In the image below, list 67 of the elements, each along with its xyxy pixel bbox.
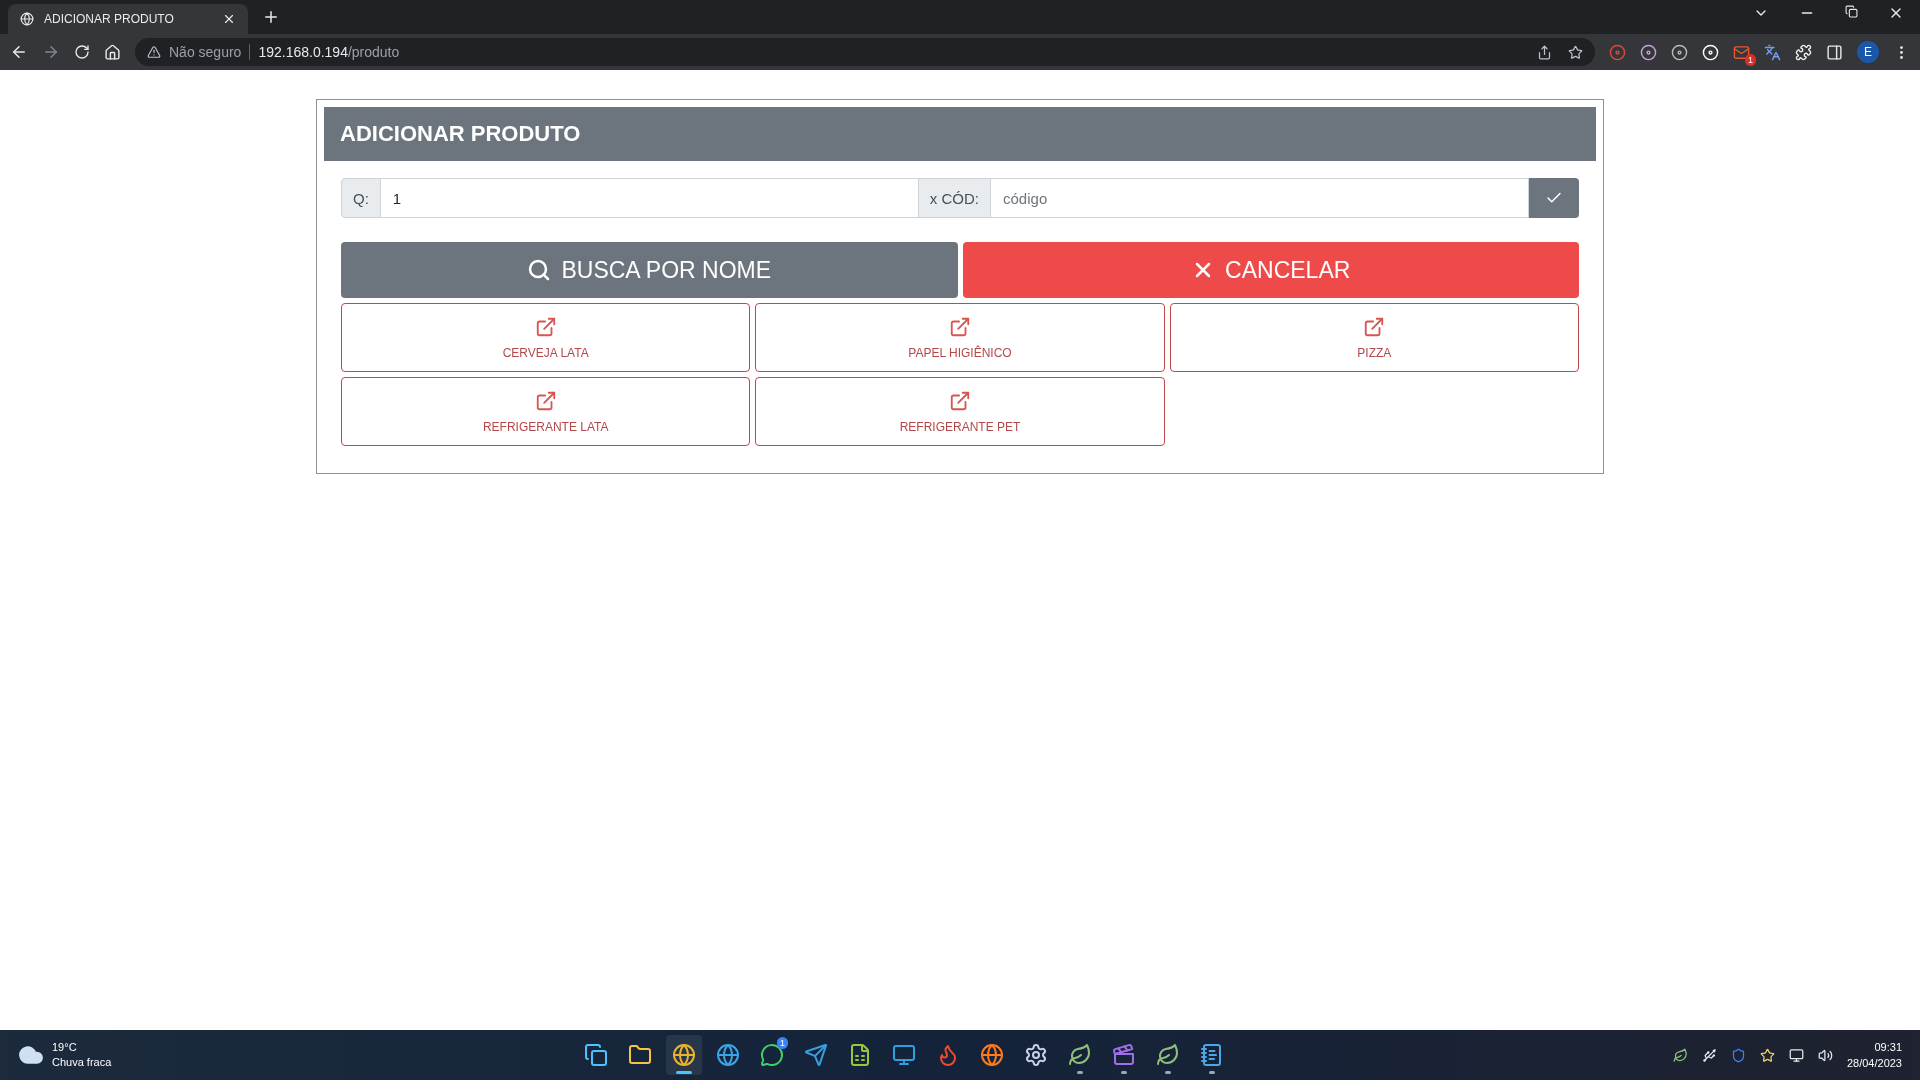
security-label[interactable]: Não seguro xyxy=(169,44,251,60)
external-link-icon xyxy=(534,389,557,412)
running-indicator xyxy=(1209,1071,1215,1074)
record-icon[interactable] xyxy=(1702,43,1719,61)
product-button[interactable]: PAPEL HIGIÊNICO xyxy=(755,303,1165,372)
external-link-icon xyxy=(949,315,971,338)
back-icon[interactable] xyxy=(10,43,28,61)
share-icon[interactable] xyxy=(1537,44,1552,60)
browser-tab[interactable]: ADICIONAR PRODUTO xyxy=(8,4,248,34)
url-host: 192.168.0.194 xyxy=(258,44,348,60)
product-button[interactable]: PIZZA xyxy=(1169,303,1579,372)
external-link-icon xyxy=(534,315,557,338)
external-link-icon xyxy=(949,389,971,412)
mail-icon[interactable] xyxy=(1733,43,1750,61)
ring-extension-icon[interactable] xyxy=(1640,43,1657,61)
warning-icon xyxy=(147,45,161,59)
cancel-button[interactable]: CANCELAR xyxy=(962,242,1579,298)
profile-avatar[interactable]: E xyxy=(1857,41,1879,63)
running-indicator xyxy=(1165,1071,1171,1074)
notepad-icon[interactable] xyxy=(1200,1043,1224,1067)
volume-icon[interactable] xyxy=(1817,1047,1833,1063)
clock-time[interactable]: 09:31 xyxy=(1874,1039,1902,1055)
running-indicator xyxy=(676,1071,692,1074)
count-badge: 1 xyxy=(777,1037,788,1049)
home-icon[interactable] xyxy=(104,43,121,61)
running-indicator xyxy=(1077,1071,1083,1074)
spreadsheet-icon[interactable] xyxy=(848,1043,872,1067)
address-bar[interactable]: Não seguro 192.168.0.194/produto xyxy=(135,38,1595,66)
weather-text: Chuva fraca xyxy=(52,1055,112,1070)
quantity-field[interactable]: 1 xyxy=(380,178,919,218)
star-icon[interactable] xyxy=(1759,1047,1775,1063)
temperature: 19°C xyxy=(52,1040,78,1055)
product-button[interactable]: CERVEJA LATA xyxy=(341,303,751,372)
product-button[interactable]: REFRIGERANTE LATA xyxy=(341,377,751,446)
forward-icon[interactable] xyxy=(42,43,60,61)
url-path: /produto xyxy=(347,44,400,60)
code-field[interactable]: código xyxy=(991,178,1529,218)
quantity-label: Q: xyxy=(341,178,381,218)
count-badge: 1 xyxy=(1745,53,1756,66)
folder-icon[interactable] xyxy=(628,1043,652,1067)
reload-icon[interactable] xyxy=(74,44,90,60)
running-indicator xyxy=(1121,1071,1127,1074)
search-icon xyxy=(527,258,552,282)
tab-title: ADICIONAR PRODUTO xyxy=(44,12,175,26)
star-icon[interactable] xyxy=(1568,44,1583,60)
network-icon[interactable] xyxy=(1788,1047,1804,1063)
restore-icon[interactable] xyxy=(1845,5,1858,21)
leaf-icon[interactable] xyxy=(1068,1043,1092,1067)
side-panel-icon[interactable] xyxy=(1826,43,1843,61)
extensions-icon[interactable] xyxy=(1795,43,1812,61)
extension-icon[interactable] xyxy=(1671,43,1688,61)
leaf-icon[interactable] xyxy=(1672,1047,1688,1063)
gear-icon[interactable] xyxy=(1024,1043,1048,1067)
translate-icon[interactable] xyxy=(1764,43,1781,61)
shield-icon[interactable] xyxy=(1730,1047,1746,1063)
usb-icon[interactable] xyxy=(1701,1047,1717,1063)
external-link-icon xyxy=(1363,315,1386,338)
leaf-icon[interactable] xyxy=(1156,1043,1180,1067)
globe-icon xyxy=(20,12,34,26)
search-button[interactable]: BUSCA POR NOME xyxy=(341,242,958,298)
clapperboard-icon[interactable] xyxy=(1112,1043,1136,1067)
card-title: ADICIONAR PRODUTO xyxy=(324,107,1596,161)
new-tab-icon[interactable] xyxy=(262,8,280,26)
clock-date[interactable]: 28/04/2023 xyxy=(1846,1055,1902,1071)
product-button[interactable]: REFRIGERANTE PET xyxy=(755,377,1165,446)
code-label: x CÓD: xyxy=(918,178,991,218)
close-icon[interactable] xyxy=(222,12,236,26)
